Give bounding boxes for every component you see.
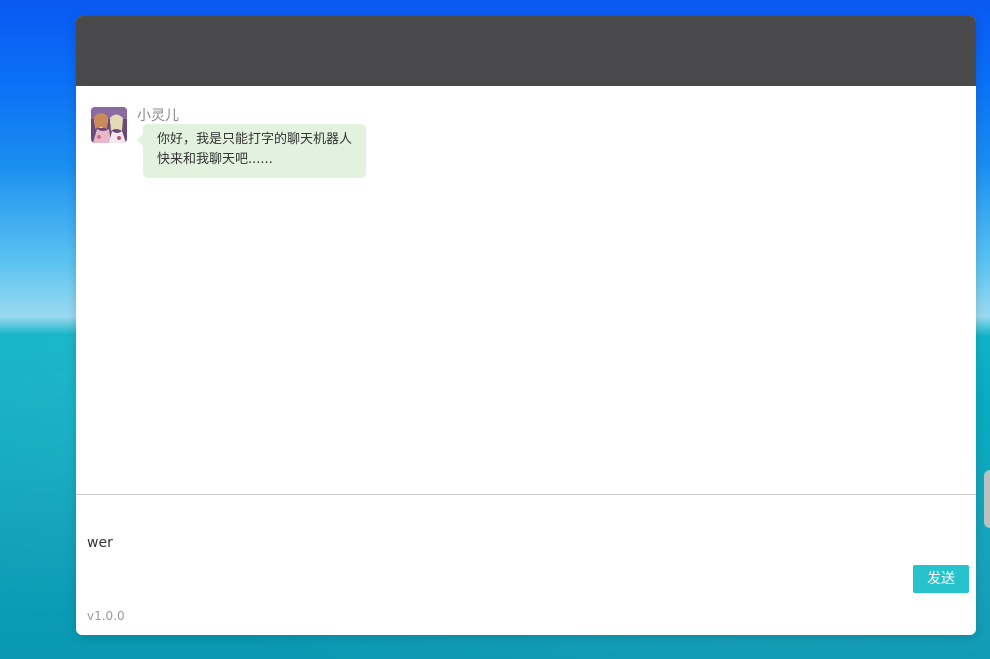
send-button[interactable]: 发送	[913, 565, 969, 593]
message-bubble: 你好，我是只能打字的聊天机器人 快来和我聊天吧......	[136, 124, 367, 178]
sender-name: 小灵儿	[137, 108, 179, 124]
version-label: v1.0.0	[87, 609, 125, 623]
edge-handle[interactable]	[984, 470, 990, 528]
message-area[interactable]: 小灵儿 你好，我是只能打字的聊天机器人 快来和我聊天吧......	[76, 86, 976, 495]
message-line: 你好，我是只能打字的聊天机器人	[157, 132, 353, 147]
composer-area: 发送 v1.0.0	[76, 495, 976, 635]
chat-header	[76, 16, 976, 86]
chat-window: 小灵儿 你好，我是只能打字的聊天机器人 快来和我聊天吧...... 发送 v1.…	[76, 16, 976, 635]
avatar-image-icon	[91, 107, 127, 143]
message-line: 快来和我聊天吧......	[157, 152, 273, 167]
bot-avatar[interactable]	[91, 107, 127, 143]
message-input[interactable]	[87, 533, 787, 553]
